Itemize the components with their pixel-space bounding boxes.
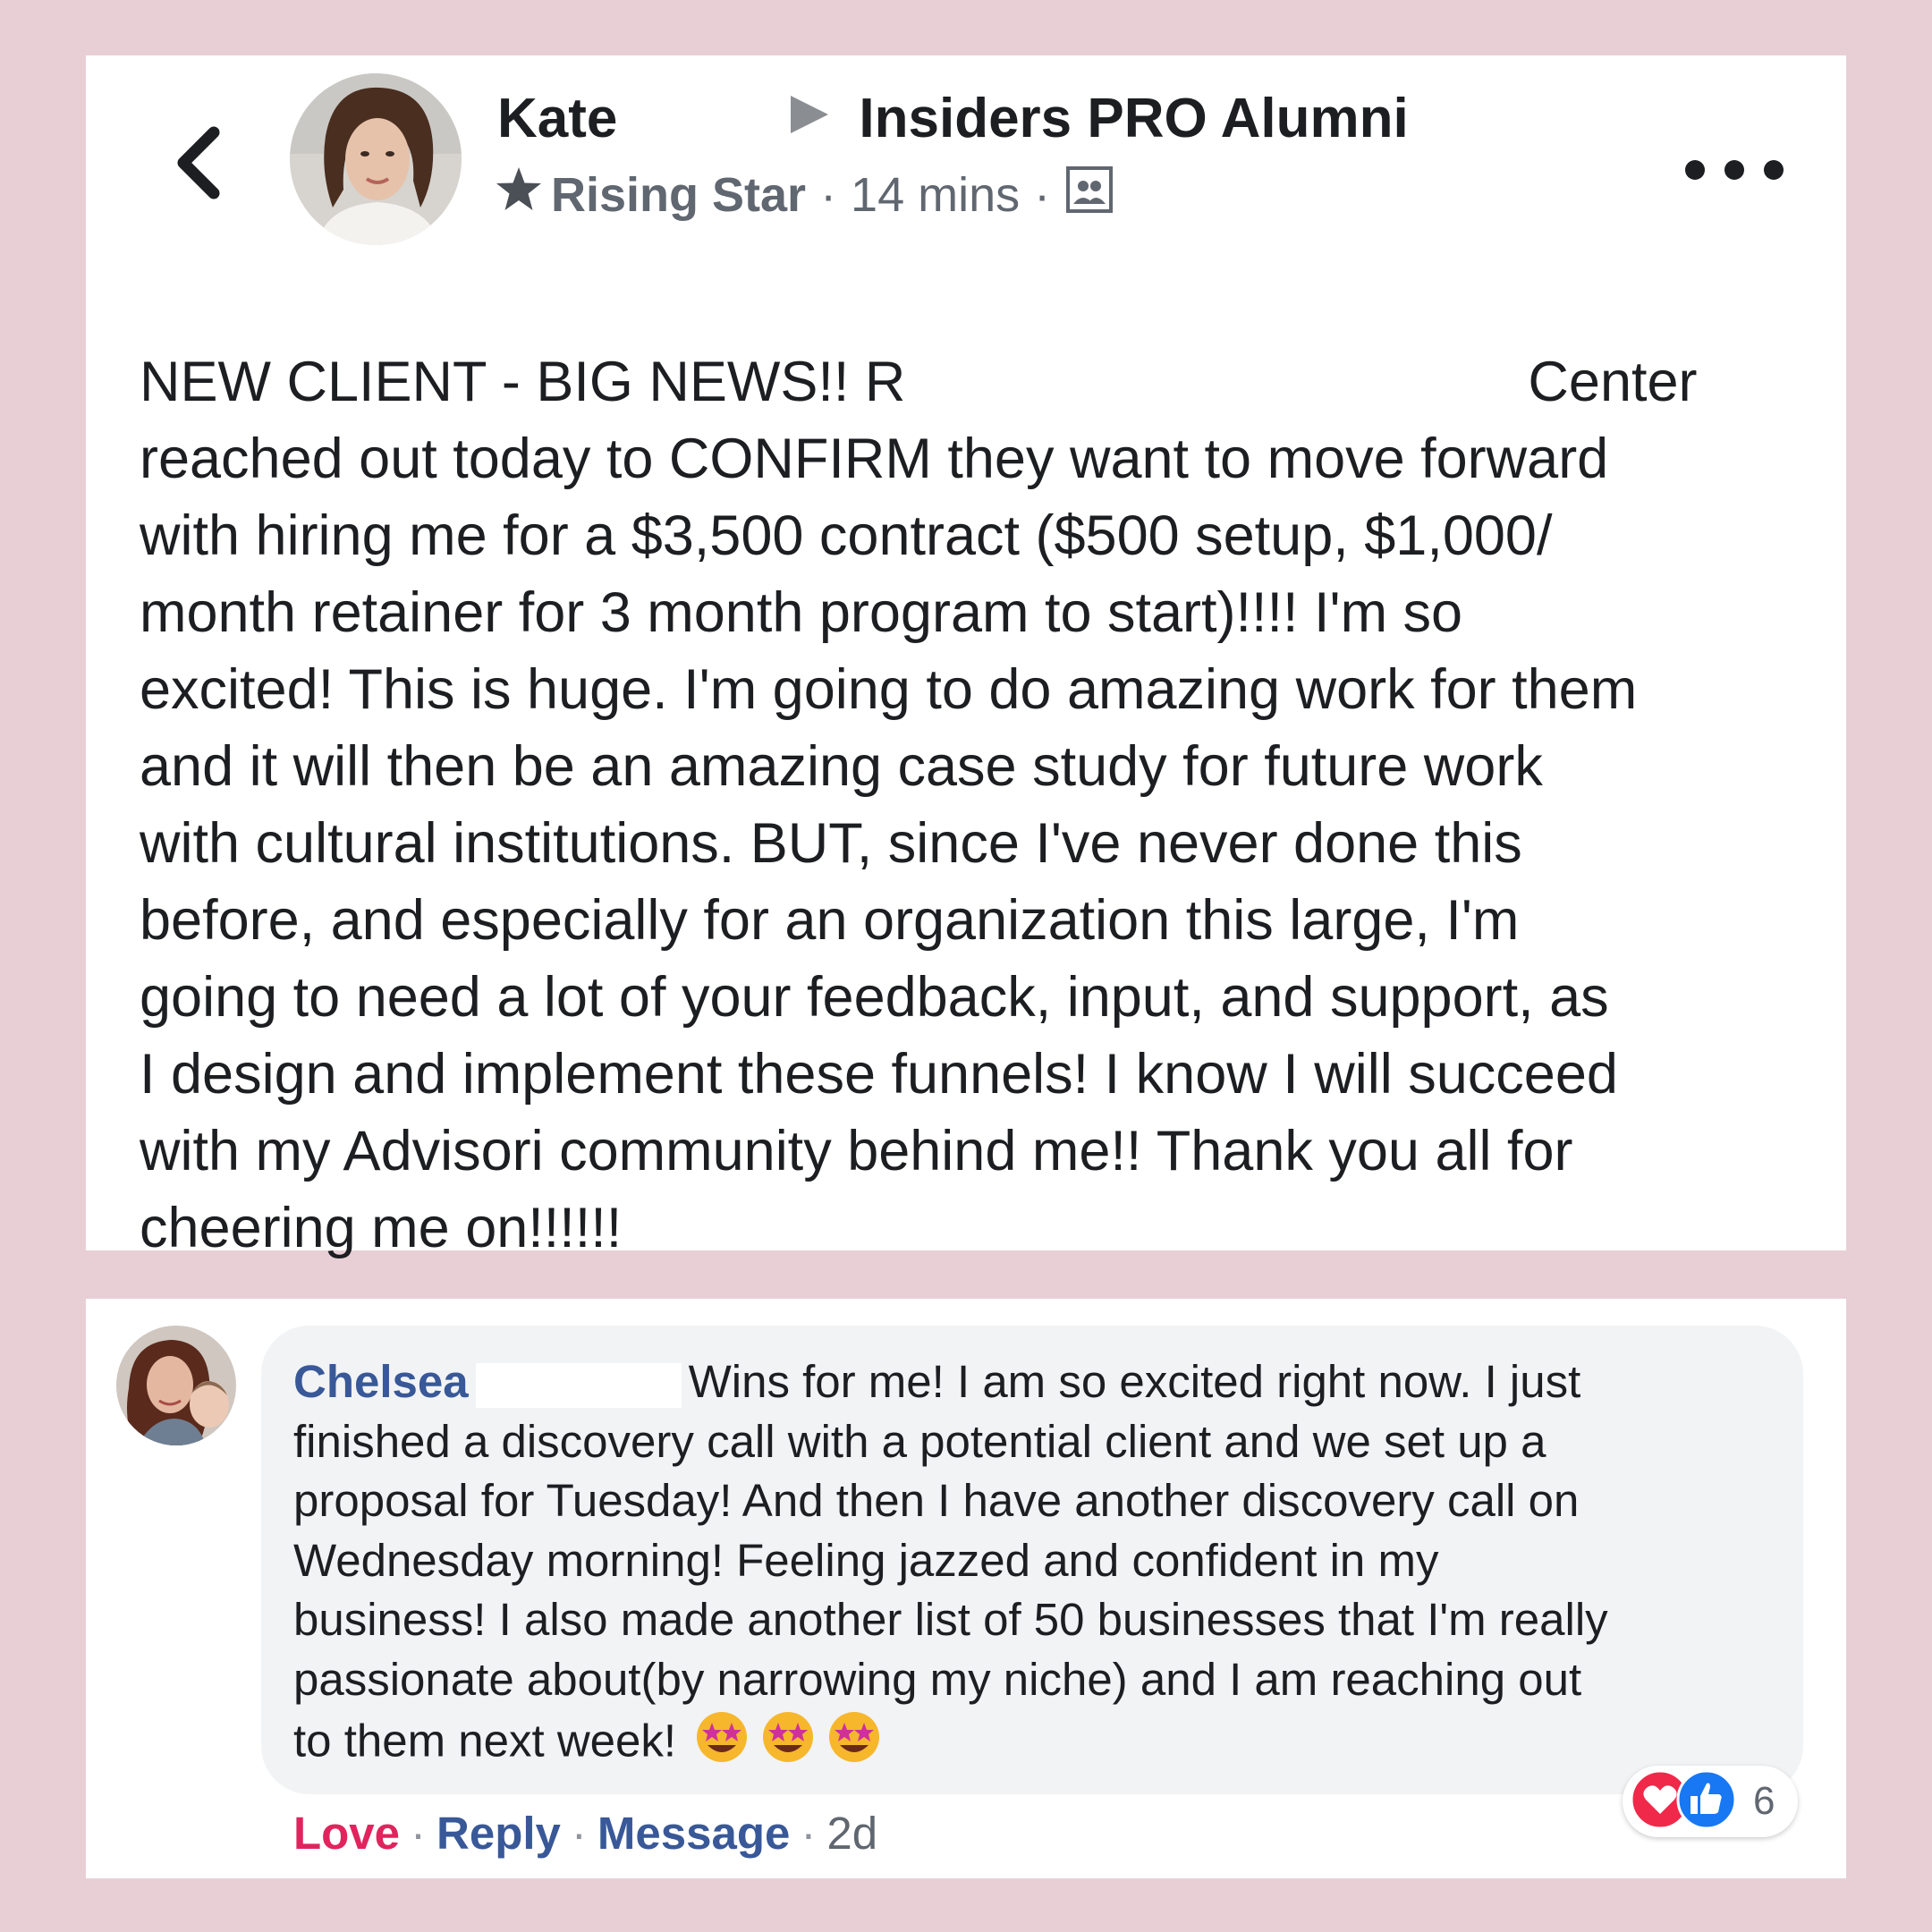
group-privacy-icon [1064, 165, 1114, 226]
post-line: excited! This is huge. I'm going to do a… [140, 658, 1638, 721]
comment-actions: Love · Reply · Message · 2d [293, 1801, 877, 1864]
commenter-name[interactable]: Chelsea [293, 1356, 469, 1407]
post-body: NEW CLIENT - BIG NEWS!! R Center reached … [140, 343, 1803, 1267]
post-line: with my Advisori community behind me!! T… [140, 1120, 1573, 1182]
like-reaction-icon [1676, 1769, 1737, 1835]
post-line: cheering me on!!!!!! [140, 1197, 623, 1259]
post-line: going to need a lot of your feedback, in… [140, 966, 1609, 1029]
comment-line: to them next week! [293, 1709, 1805, 1780]
comment-card: Chelsea Wins for me! I am so excited righ… [86, 1299, 1846, 1878]
post-line: before, and especially for an organizati… [140, 889, 1520, 952]
comment-line: passionate about(by narrowing my niche) … [293, 1653, 1582, 1705]
post-line: I design and implement these funnels! I … [140, 1043, 1618, 1106]
post-card: Kate Insiders PRO Alumni Rising Star · 1… [86, 55, 1846, 1259]
reaction-summary[interactable]: 6 [1623, 1766, 1798, 1837]
action-separator: · [801, 1807, 817, 1859]
meta-separator: · [820, 168, 837, 222]
post-author-line: Kate Insiders PRO Alumni [497, 82, 1409, 154]
comment-line: Wednesday morning! Feeling jazzed and co… [293, 1534, 1439, 1586]
triangle-right-icon [787, 87, 832, 150]
comment-line: finished a discovery call with a potenti… [293, 1415, 1546, 1467]
post-line: with cultural institutions. BUT, since I… [140, 812, 1522, 875]
more-dot [1764, 160, 1784, 180]
member-badge: Rising Star [551, 168, 807, 222]
action-separator: · [411, 1807, 427, 1859]
post-line: reached out today to CONFIRM they want t… [140, 428, 1609, 490]
post-time[interactable]: 14 mins [851, 167, 1020, 223]
more-dot [1724, 160, 1744, 180]
message-action[interactable]: Message [597, 1807, 790, 1860]
star-struck-emoji-icon [694, 1709, 882, 1780]
comment-time[interactable]: 2d [826, 1807, 877, 1860]
post-line: month retainer for 3 month program to st… [140, 581, 1463, 644]
comment-body: Chelsea Wins for me! I am so excited righ… [293, 1352, 1805, 1780]
love-action[interactable]: Love [293, 1807, 400, 1860]
comment-line: proposal for Tuesday! And then I have an… [293, 1475, 1580, 1526]
reply-action[interactable]: Reply [436, 1807, 561, 1860]
more-dot [1685, 160, 1705, 180]
post-line: with hiring me for a $3,500 contract ($5… [140, 504, 1553, 567]
star-badge-icon [494, 165, 544, 226]
post-line: NEW CLIENT - BIG NEWS!! R Center [140, 351, 1698, 413]
author-name[interactable]: Kate [497, 87, 617, 150]
reaction-count: 6 [1753, 1779, 1775, 1823]
redacted-area [475, 1362, 682, 1408]
post-meta: Rising Star · 14 mins · [494, 161, 1114, 229]
back-button[interactable] [157, 114, 238, 212]
action-separator: · [571, 1807, 587, 1859]
meta-separator: · [1034, 168, 1051, 222]
commenter-avatar[interactable] [116, 1326, 236, 1445]
more-options-button[interactable] [1685, 143, 1784, 197]
author-avatar[interactable] [290, 73, 462, 245]
chevron-left-icon [177, 126, 220, 199]
post-line: and it will then be an amazing case stud… [140, 735, 1543, 798]
comment-line: Chelsea Wins for me! I am so excited righ… [293, 1356, 1581, 1408]
group-name-link[interactable]: Insiders PRO Alumni [859, 87, 1408, 150]
comment-line: business! I also made another list of 50… [293, 1594, 1608, 1645]
